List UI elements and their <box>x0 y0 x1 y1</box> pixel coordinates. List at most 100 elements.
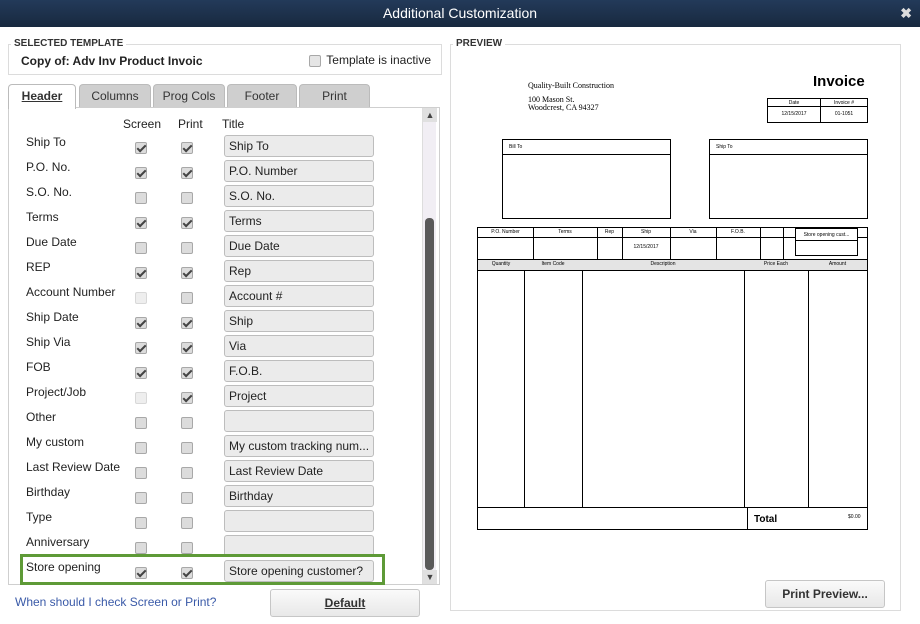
title-input[interactable] <box>224 410 374 432</box>
print-checkbox[interactable] <box>181 192 193 204</box>
close-icon[interactable]: ✖ <box>900 0 912 27</box>
field-row: FOB F.O.B. <box>9 358 419 383</box>
title-input[interactable]: F.O.B. <box>224 360 374 382</box>
title-input[interactable]: Project <box>224 385 374 407</box>
print-checkbox[interactable] <box>181 542 193 554</box>
screen-checkbox[interactable] <box>135 367 147 379</box>
title-input[interactable]: Last Review Date <box>224 460 374 482</box>
print-checkbox[interactable] <box>181 492 193 504</box>
print-checkbox[interactable] <box>181 442 193 454</box>
total-value: $0.00 <box>848 514 861 520</box>
title-input[interactable] <box>224 510 374 532</box>
field-row: Due Date Due Date <box>9 233 419 258</box>
title-input[interactable]: Ship To <box>224 135 374 157</box>
tab-prog-cols-label: Prog Cols <box>162 89 216 103</box>
invoice-header-col: F.O.B. <box>731 229 745 235</box>
field-label: My custom <box>26 435 85 449</box>
title-input[interactable]: Via <box>224 335 374 357</box>
screen-checkbox[interactable] <box>135 267 147 279</box>
field-row: Account Number Account # <box>9 283 419 308</box>
tab-prog-cols[interactable]: Prog Cols <box>153 84 225 108</box>
invoice-header-col: P.O. Number <box>491 229 520 235</box>
tab-footer-label: Footer <box>244 89 280 103</box>
ship-to-label: Ship To <box>716 144 733 150</box>
screen-checkbox[interactable] <box>135 417 147 429</box>
bill-to-box: Bill To <box>502 139 671 219</box>
company-name: Quality-Built Construction <box>528 81 614 90</box>
screen-checkbox[interactable] <box>135 217 147 229</box>
title-input[interactable]: Terms <box>224 210 374 232</box>
scrollbar-thumb[interactable] <box>425 218 434 570</box>
print-checkbox[interactable] <box>181 417 193 429</box>
title-input[interactable]: Account # <box>224 285 374 307</box>
invoice-table: P.O. Number Terms Rep Ship Via F.O.B. 12/15/2… <box>477 227 868 530</box>
print-checkbox[interactable] <box>181 467 193 479</box>
scroll-up-icon[interactable]: ▲ <box>423 108 437 122</box>
field-row: Project/Job Project <box>9 383 419 408</box>
print-checkbox[interactable] <box>181 242 193 254</box>
screen-checkbox[interactable] <box>135 517 147 529</box>
invoice-item-col: Quantity <box>491 261 511 267</box>
title-input[interactable]: Birthday <box>224 485 374 507</box>
template-inactive-checkbox[interactable]: Template is inactive <box>309 53 431 67</box>
print-preview-button[interactable]: Print Preview... <box>765 580 885 608</box>
print-checkbox[interactable] <box>181 167 193 179</box>
scroll-down-icon[interactable]: ▼ <box>423 570 437 584</box>
bill-to-label: Bill To <box>509 144 523 150</box>
screen-checkbox <box>135 292 147 304</box>
screen-checkbox[interactable] <box>135 542 147 554</box>
screen-checkbox[interactable] <box>135 242 147 254</box>
field-row: S.O. No. S.O. No. <box>9 183 419 208</box>
print-checkbox[interactable] <box>181 342 193 354</box>
title-input[interactable]: Ship <box>224 310 374 332</box>
screen-or-print-help-link[interactable]: When should I check Screen or Print? <box>15 595 216 609</box>
field-row: Birthday Birthday <box>9 483 419 508</box>
screen-checkbox[interactable] <box>135 442 147 454</box>
tab-footer[interactable]: Footer <box>227 84 297 108</box>
print-checkbox[interactable] <box>181 367 193 379</box>
title-input[interactable]: Rep <box>224 260 374 282</box>
field-label: P.O. No. <box>26 160 71 174</box>
field-label: Anniversary <box>26 535 90 549</box>
tab-columns-label: Columns <box>91 89 139 103</box>
custom-field-box: Store opening cust... <box>795 228 858 256</box>
ship-to-box: Ship To <box>709 139 868 219</box>
invoice-item-col: Amount <box>828 261 847 267</box>
checkbox-box[interactable] <box>309 54 322 67</box>
field-label: Last Review Date <box>26 460 121 474</box>
print-checkbox[interactable] <box>181 142 193 154</box>
screen-checkbox[interactable] <box>135 142 147 154</box>
field-label: Ship To <box>26 135 66 149</box>
selected-template-group: SELECTED TEMPLATE Copy of: Adv Inv Produ… <box>8 38 442 75</box>
invoice-header-col: Terms <box>558 229 572 235</box>
field-label: REP <box>26 260 51 274</box>
template-name: Copy of: Adv Inv Product Invoic <box>21 54 203 68</box>
screen-checkbox[interactable] <box>135 467 147 479</box>
title-input[interactable]: S.O. No. <box>224 185 374 207</box>
field-label: Birthday <box>26 485 71 499</box>
screen-checkbox[interactable] <box>135 342 147 354</box>
default-button[interactable]: Default <box>270 589 420 617</box>
print-checkbox[interactable] <box>181 267 193 279</box>
print-checkbox[interactable] <box>181 217 193 229</box>
screen-checkbox[interactable] <box>135 167 147 179</box>
screen-checkbox[interactable] <box>135 317 147 329</box>
title-input[interactable]: Due Date <box>224 235 374 257</box>
print-checkbox[interactable] <box>181 317 193 329</box>
screen-checkbox[interactable] <box>135 192 147 204</box>
window-title: Additional Customization <box>382 5 538 21</box>
tab-header[interactable]: Header <box>8 84 76 109</box>
print-checkbox[interactable] <box>181 517 193 529</box>
title-input[interactable]: My custom tracking num... <box>224 435 374 457</box>
vertical-scrollbar[interactable]: ▲ ▼ <box>422 108 437 584</box>
field-row: Ship Date Ship <box>9 308 419 333</box>
store-opening-highlight <box>20 554 385 585</box>
field-row: REP Rep <box>9 258 419 283</box>
print-checkbox[interactable] <box>181 292 193 304</box>
title-input[interactable]: P.O. Number <box>224 160 374 182</box>
tab-print[interactable]: Print <box>299 84 370 108</box>
tab-print-label: Print <box>322 89 347 103</box>
screen-checkbox[interactable] <box>135 492 147 504</box>
tab-columns[interactable]: Columns <box>79 84 151 108</box>
print-checkbox[interactable] <box>181 392 193 404</box>
